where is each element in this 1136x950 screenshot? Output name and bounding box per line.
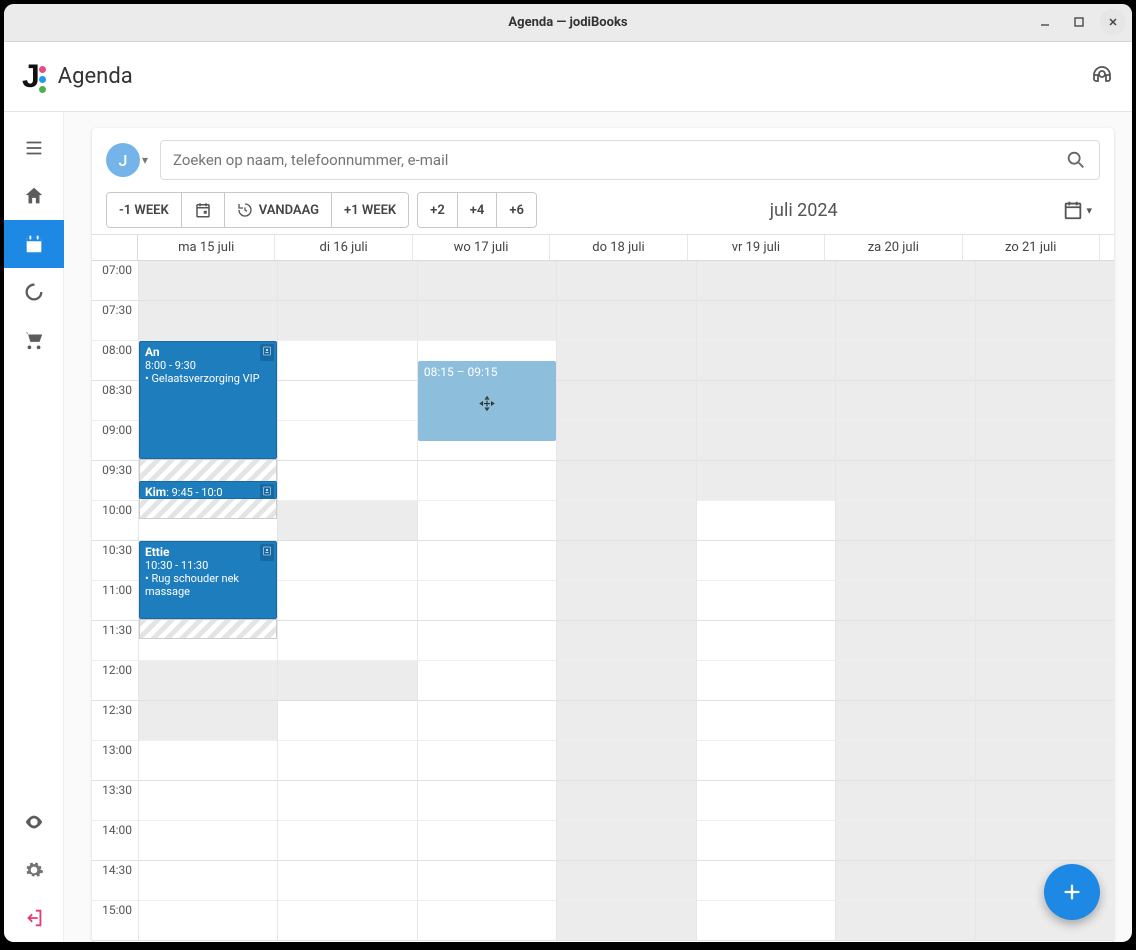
- support-icon[interactable]: [1090, 63, 1114, 91]
- day-header[interactable]: ma 15 juli: [138, 235, 275, 260]
- event-time: 8:00 - 9:30: [145, 359, 271, 372]
- time-label: 09:30: [92, 461, 138, 501]
- day-header[interactable]: zo 21 juli: [963, 235, 1100, 260]
- day-column[interactable]: [556, 261, 695, 941]
- time-label: 13:30: [92, 781, 138, 821]
- plus2-button[interactable]: +2: [418, 193, 457, 227]
- avatar: J: [106, 143, 140, 177]
- prev-week-button[interactable]: -1 WEEK: [107, 193, 181, 227]
- month-label: juli 2024: [545, 200, 1063, 221]
- day-column[interactable]: 08:15 – 09:15: [417, 261, 556, 941]
- add-event-fab[interactable]: [1044, 864, 1100, 920]
- time-label: 13:00: [92, 741, 138, 781]
- sidebar-item-settings[interactable]: [4, 846, 64, 894]
- next-week-button[interactable]: +1 WEEK: [331, 193, 408, 227]
- day-header[interactable]: do 18 juli: [550, 235, 687, 260]
- logo-dots-icon: [39, 66, 46, 93]
- day-column[interactable]: [975, 261, 1114, 941]
- day-column[interactable]: An8:00 - 9:30• Gelaatsverzorging VIP Kim:…: [138, 261, 277, 941]
- user-selector[interactable]: J ▾: [106, 143, 148, 177]
- sidebar-item-visibility[interactable]: [4, 798, 64, 846]
- event-time: 10:30 - 11:30: [145, 559, 271, 572]
- time-label: 11:30: [92, 621, 138, 661]
- day-header[interactable]: wo 17 juli: [413, 235, 550, 260]
- time-label: 15:00: [92, 901, 138, 941]
- time-label: 08:00: [92, 341, 138, 381]
- sidebar-item-home[interactable]: [4, 172, 64, 220]
- view-picker[interactable]: ▾: [1062, 199, 1100, 221]
- sidebar-item-stats[interactable]: [4, 268, 64, 316]
- search-row: J ▾: [106, 140, 1100, 180]
- maximize-button[interactable]: [1066, 9, 1092, 35]
- page-title: Agenda: [58, 64, 133, 89]
- event-desc: • Rug schouder nek massage: [145, 572, 271, 598]
- event-ettie[interactable]: Ettie10:30 - 11:30• Rug schouder nek mas…: [139, 541, 277, 619]
- sidebar: [4, 112, 64, 942]
- event-name: An: [145, 345, 271, 359]
- event-an[interactable]: An8:00 - 9:30• Gelaatsverzorging VIP: [139, 341, 277, 459]
- day-column[interactable]: [277, 261, 416, 941]
- calendar: ma 15 juli di 16 juli wo 17 juli do 18 j…: [92, 234, 1114, 942]
- time-label: 12:00: [92, 661, 138, 701]
- close-button[interactable]: [1100, 9, 1126, 35]
- calendar-header: ma 15 juli di 16 juli wo 17 juli do 18 j…: [92, 235, 1114, 261]
- app-header: J Agenda: [4, 42, 1132, 112]
- app-content: J Agenda: [4, 42, 1132, 942]
- minimize-button[interactable]: [1032, 9, 1058, 35]
- search-input[interactable]: [173, 151, 1065, 169]
- blocked-slot: [139, 619, 277, 639]
- time-label: 10:00: [92, 501, 138, 541]
- logo-letter: J: [22, 58, 40, 95]
- move-cursor-icon: [478, 395, 496, 416]
- time-label: 10:30: [92, 541, 138, 581]
- sidebar-item-agenda[interactable]: [4, 220, 64, 268]
- day-header[interactable]: za 20 juli: [825, 235, 962, 260]
- time-label: 08:30: [92, 381, 138, 421]
- event-kim[interactable]: Kim: 9:45 - 10:0: [139, 481, 277, 499]
- today-button[interactable]: VANDAAG: [224, 193, 331, 227]
- contact-icon: [260, 344, 274, 361]
- day-header[interactable]: vr 19 juli: [688, 235, 825, 260]
- app-body: J ▾ -1 WEEK VAN: [4, 112, 1132, 942]
- sidebar-item-logout[interactable]: [4, 894, 64, 942]
- contact-icon: [260, 484, 274, 499]
- card-head: J ▾ -1 WEEK VAN: [92, 128, 1114, 228]
- event-time: : 9:45 - 10:0: [166, 486, 222, 499]
- event-name: Ettie: [145, 545, 271, 559]
- time-label: 09:00: [92, 421, 138, 461]
- contact-icon: [260, 544, 274, 561]
- event-name: Kim: [145, 485, 166, 499]
- drag-preview[interactable]: 08:15 – 09:15: [418, 361, 556, 441]
- plus4-button[interactable]: +4: [457, 193, 497, 227]
- titlebar: Agenda — jodiBooks: [4, 4, 1132, 42]
- day-column[interactable]: [835, 261, 974, 941]
- sidebar-menu-toggle[interactable]: [4, 124, 64, 172]
- calendar-card: J ▾ -1 WEEK VAN: [92, 128, 1114, 942]
- event-desc: • Gelaatsverzorging VIP: [145, 372, 271, 385]
- window-title: Agenda — jodiBooks: [508, 15, 627, 30]
- day-column[interactable]: [696, 261, 835, 941]
- app-window: Agenda — jodiBooks J Agenda: [4, 4, 1132, 942]
- window-controls: [1032, 9, 1126, 35]
- time-label: 12:30: [92, 701, 138, 741]
- time-label: 07:00: [92, 261, 138, 301]
- search-icon: [1065, 149, 1087, 171]
- drag-time: 08:15 – 09:15: [424, 365, 498, 379]
- time-label: 07:30: [92, 301, 138, 341]
- time-label: 14:30: [92, 861, 138, 901]
- search-box[interactable]: [160, 140, 1100, 180]
- logo: J Agenda: [22, 58, 133, 95]
- plus6-button[interactable]: +6: [496, 193, 536, 227]
- chevron-down-icon: ▾: [1086, 204, 1092, 217]
- chevron-down-icon: ▾: [142, 153, 148, 167]
- main-area: J ▾ -1 WEEK VAN: [64, 112, 1132, 942]
- time-label: 11:00: [92, 581, 138, 621]
- date-picker-button[interactable]: [181, 193, 224, 227]
- toolbar: -1 WEEK VANDAAG +1 WEEK +2 +4 +6 juli 20…: [106, 192, 1100, 228]
- day-header[interactable]: di 16 juli: [275, 235, 412, 260]
- time-label: 14:00: [92, 821, 138, 861]
- sidebar-item-cart[interactable]: [4, 316, 64, 364]
- calendar-body[interactable]: 07:0007:3008:0008:3009:0009:3010:0010:30…: [92, 261, 1114, 942]
